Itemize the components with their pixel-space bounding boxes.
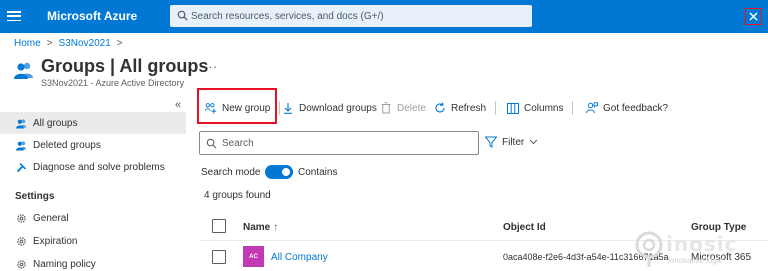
group-name-link[interactable]: All Company xyxy=(271,252,328,263)
wrench-icon xyxy=(16,162,27,173)
column-header-name[interactable]: Name ↑ xyxy=(243,222,278,233)
columns-icon xyxy=(507,102,519,114)
sidebar-item-label: All groups xyxy=(33,117,78,129)
delete-button[interactable]: Delete xyxy=(380,97,426,119)
delete-label: Delete xyxy=(397,102,426,114)
chevron-down-icon xyxy=(529,139,538,145)
breadcrumb-home[interactable]: Home xyxy=(14,38,41,49)
top-bar: Microsoft Azure xyxy=(0,0,768,33)
sidebar-item-label: General xyxy=(33,212,69,224)
download-groups-label: Download groups xyxy=(299,102,377,114)
filter-label: Filter xyxy=(502,136,525,148)
page-subtitle: S3Nov2021 - Azure Active Directory xyxy=(41,78,185,88)
breadcrumb-tenant[interactable]: S3Nov2021 xyxy=(59,38,111,49)
sidebar-item-naming-policy[interactable]: Naming policy xyxy=(0,253,186,271)
search-mode-toggle[interactable] xyxy=(265,165,293,179)
sort-ascending-icon: ↑ xyxy=(273,222,279,233)
close-icon xyxy=(749,12,758,21)
sidebar-item-deleted-groups[interactable]: Deleted groups xyxy=(0,134,186,156)
search-icon xyxy=(177,10,188,21)
filter-button[interactable]: Filter xyxy=(485,136,538,148)
watermark: inosic innovative logic xyxy=(631,227,768,271)
download-groups-button[interactable]: Download groups xyxy=(282,97,377,119)
page-title: Groups | All groups xyxy=(41,56,209,76)
refresh-icon xyxy=(434,102,446,114)
download-icon xyxy=(282,102,294,114)
feedback-label: Got feedback? xyxy=(603,102,669,114)
hamburger-menu-icon[interactable] xyxy=(7,9,21,23)
search-mode-value: Contains xyxy=(298,167,338,178)
close-button[interactable] xyxy=(745,8,762,25)
global-search[interactable] xyxy=(170,5,532,27)
row-checkbox[interactable] xyxy=(212,250,226,264)
new-group-button[interactable]: New group xyxy=(205,97,270,119)
breadcrumb: Home > S3Nov2021 > xyxy=(14,38,123,49)
watermark-tagline: innovative logic xyxy=(668,256,723,265)
list-search-input[interactable] xyxy=(222,135,472,151)
collapse-sidebar-button[interactable]: « xyxy=(175,99,181,111)
logo-icon xyxy=(635,231,663,267)
breadcrumb-separator: > xyxy=(116,38,123,49)
sidebar-item-general[interactable]: General xyxy=(0,207,186,229)
search-mode-label: Search mode xyxy=(201,167,261,178)
sidebar-item-label: Expiration xyxy=(33,235,78,247)
refresh-label: Refresh xyxy=(451,102,487,114)
toolbar-divider xyxy=(495,101,496,115)
trash-icon xyxy=(380,102,392,114)
people-icon xyxy=(16,118,27,129)
global-search-input[interactable] xyxy=(191,7,526,25)
sidebar-item-label: Deleted groups xyxy=(33,139,101,151)
feedback-icon xyxy=(586,102,598,114)
refresh-button[interactable]: Refresh xyxy=(434,97,486,119)
breadcrumb-separator: > xyxy=(46,38,53,49)
column-header-label: Name xyxy=(243,222,271,233)
groups-icon xyxy=(14,62,33,79)
filter-icon xyxy=(485,136,497,148)
toolbar-divider xyxy=(279,101,280,115)
toggle-knob xyxy=(282,168,290,176)
avatar: AC xyxy=(243,246,264,267)
list-search-box[interactable] xyxy=(199,131,479,155)
watermark-word: inosic xyxy=(666,232,738,256)
columns-button[interactable]: Columns xyxy=(507,97,563,119)
new-group-label: New group xyxy=(222,102,271,114)
brand-title[interactable]: Microsoft Azure xyxy=(47,9,137,23)
sidebar-item-diagnose[interactable]: Diagnose and solve problems xyxy=(0,156,186,178)
sidebar-item-all-groups[interactable]: All groups xyxy=(0,112,186,134)
sidebar-item-label: Naming policy xyxy=(33,258,96,270)
settings-section-label: Settings xyxy=(15,191,55,202)
people-icon xyxy=(16,140,27,151)
select-all-checkbox[interactable] xyxy=(212,219,226,233)
add-group-icon xyxy=(205,102,217,114)
feedback-button[interactable]: Got feedback? xyxy=(586,97,668,119)
more-options-button[interactable]: ... xyxy=(204,56,218,71)
columns-label: Columns xyxy=(524,102,564,114)
column-header-object-id[interactable]: Object Id xyxy=(503,222,546,233)
search-icon xyxy=(206,138,217,149)
gear-icon xyxy=(16,259,27,270)
results-count: 4 groups found xyxy=(204,190,271,201)
gear-icon xyxy=(16,236,27,247)
sidebar-item-expiration[interactable]: Expiration xyxy=(0,230,186,252)
toolbar-divider xyxy=(572,101,573,115)
sidebar-item-label: Diagnose and solve problems xyxy=(33,161,165,173)
gear-icon xyxy=(16,213,27,224)
